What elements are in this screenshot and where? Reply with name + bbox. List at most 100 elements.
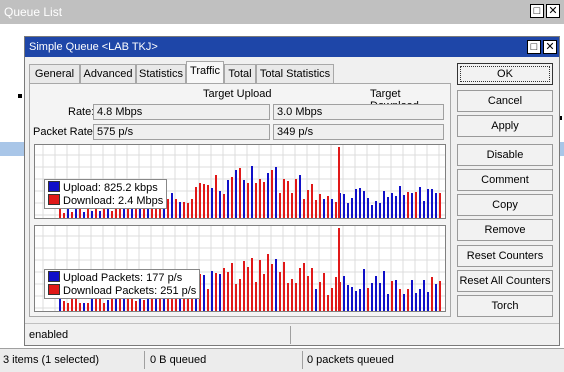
packets-graph-bar [415,293,417,311]
packets-graph-bar [219,274,221,311]
bits-graph-bar [215,175,217,218]
bits-graph-bar [223,194,225,218]
bits-graph-bar [327,196,329,218]
packet-rate-upload-field[interactable]: 575 p/s [93,124,270,140]
bits-graph-bar [279,193,281,218]
packets-graph-bar [347,285,349,311]
packets-graph-bar [311,268,313,311]
remove-button[interactable]: Remove [457,219,553,241]
comment-button[interactable]: Comment [457,169,553,191]
bits-graph-bar [115,209,117,218]
bits-graph-bar [99,211,101,218]
bits-graph-bar [303,199,305,218]
packets-graph-bar [407,289,409,311]
packets-graph-bar [399,289,401,311]
bits-graph-bar [423,201,425,218]
tab-total-statistics[interactable]: Total Statistics [256,64,334,83]
bits-graph-legend: Upload: 825.2 kbps Download: 2.4 Mbps [44,179,168,209]
packets-graph-bar [223,268,225,311]
packets-graph-bar [243,261,245,311]
bits-graph-bar [95,208,97,218]
packet-rate-download-field[interactable]: 349 p/s [273,124,444,140]
packets-graph-bar [395,280,397,311]
bits-graph-bar [403,195,405,218]
packets-graph-bar [351,287,353,311]
queue-list-title: Queue List [4,5,63,19]
tab-advanced[interactable]: Advanced [80,64,136,83]
bits-graph-bar [291,193,293,218]
packets-graph-bar [383,271,385,311]
tab-statistics[interactable]: Statistics [136,64,186,83]
bits-graph-bar [363,191,365,218]
packets-graph-bar [279,272,281,311]
bits-graph-bar [395,196,397,218]
dialog-status-bar: enabled [25,323,559,345]
cancel-button[interactable]: Cancel [457,90,553,112]
copy-button[interactable]: Copy [457,194,553,216]
packets-graph-bar [231,263,233,311]
bits-graph-bar [179,202,181,218]
upload-swatch [48,271,60,282]
ok-button[interactable]: OK [457,63,553,85]
queue-list-titlebar: Queue List □ ✕ [0,0,564,24]
packets-graph-bar [271,264,273,311]
bits-graph-bar [187,203,189,218]
packets-graph-bar [75,298,77,311]
bits-graph-bar [239,168,241,218]
bits-graph-bar [207,185,209,218]
restore-icon[interactable]: □ [530,4,544,18]
bits-traffic-graph: Upload: 825.2 kbps Download: 2.4 Mbps [34,144,446,219]
bits-graph-bar [323,199,325,218]
packets-graph-bar [235,284,237,311]
packets-graph-bar [419,289,421,311]
queue-status: enabled [29,329,69,341]
items-count: 3 items (1 selected) [3,354,99,366]
bits-graph-bar [171,193,173,218]
packets-graph-bar [203,275,205,311]
rate-download-field[interactable]: 3.0 Mbps [273,104,444,120]
bits-graph-bar [415,192,417,218]
bits-graph-bar [375,201,377,218]
status-divider [302,351,303,369]
bits-graph-bar [195,187,197,218]
torch-button[interactable]: Torch [457,295,553,317]
packets-graph-bar [259,260,261,311]
packets-graph-bar [147,297,149,311]
rate-upload-field[interactable]: 4.8 Mbps [93,104,270,120]
packets-graph-bar [323,273,325,311]
disable-button[interactable]: Disable [457,144,553,166]
reset-all-counters-button[interactable]: Reset All Counters [457,270,553,292]
bits-graph-bar [63,213,65,218]
apply-button[interactable]: Apply [457,115,553,137]
queued-packets: 0 packets queued [307,354,394,366]
bits-graph-bar [295,179,297,218]
bits-graph-bar [167,199,169,218]
tab-total[interactable]: Total [224,64,256,83]
packets-graph-bar [267,254,269,311]
bits-graph-bar [338,147,340,218]
reset-counters-button[interactable]: Reset Counters [457,245,553,267]
tab-general[interactable]: General [29,64,80,83]
close-icon[interactable]: ✕ [546,4,560,18]
packets-graph-bar [159,297,161,311]
selected-row[interactable] [0,142,24,156]
dialog-titlebar[interactable]: Simple Queue <LAB TKJ> □ ✕ [25,37,559,57]
packets-graph-bar [59,299,61,311]
status-divider [290,326,291,344]
bits-graph-bar [391,193,393,218]
packets-graph-bar [135,301,137,311]
queued-bytes: 0 B queued [150,354,207,366]
close-icon[interactable]: ✕ [543,40,557,54]
packets-graph-bar [427,292,429,311]
tab-traffic[interactable]: Traffic [186,61,224,83]
legend-download-row: Download: 2.4 Mbps [48,194,163,207]
bits-graph-bar [299,175,301,218]
restore-icon[interactable]: □ [527,40,541,54]
bits-graph-bar [359,188,361,218]
tab-bar: General Advanced Statistics Traffic Tota… [29,61,459,83]
bits-graph-bar [307,190,309,218]
packets-graph-bar [143,300,145,311]
bits-graph-bar [411,193,413,218]
packets-graph-bar [171,297,173,311]
bits-graph-bar [203,184,205,218]
